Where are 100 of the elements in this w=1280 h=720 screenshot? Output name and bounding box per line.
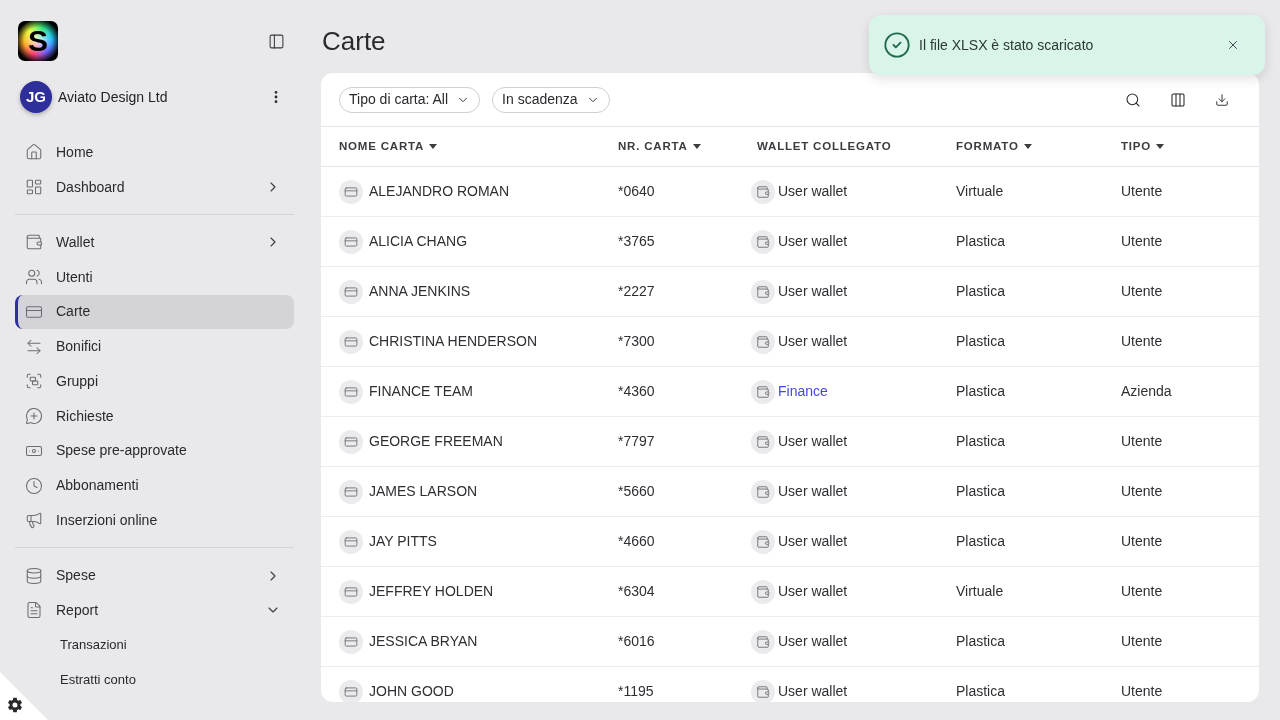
table-cell-text: User wallet — [778, 232, 848, 251]
column-header[interactable]: NR. CARTA — [618, 137, 701, 156]
chat-plus-icon — [25, 407, 43, 426]
table-cell-text: User wallet — [778, 682, 848, 701]
table-cell-text: Plastica — [956, 232, 1006, 251]
table-cell-text: Plastica — [956, 532, 1006, 551]
dashboard-icon — [25, 178, 43, 197]
account-avatar: JG — [20, 81, 52, 113]
nav-item[interactable]: Spese pre-approvate — [15, 433, 294, 469]
nav-item[interactable]: Home — [15, 135, 294, 170]
nav-item[interactable]: Richieste — [15, 398, 294, 434]
table-cell-text: *4660 — [618, 532, 655, 551]
nav-item[interactable]: Wallet — [15, 225, 294, 260]
nav-item[interactable]: Dashboard — [15, 169, 294, 205]
check-circle-icon — [883, 31, 911, 59]
document-icon — [25, 601, 43, 620]
nav-item[interactable]: Spese — [15, 558, 294, 593]
card-icon — [339, 329, 363, 354]
arrows-icon — [25, 337, 43, 356]
card-icon — [339, 229, 363, 254]
wallet-icon — [751, 179, 775, 204]
card-icon — [339, 279, 363, 304]
nav-item[interactable]: Carte — [15, 294, 294, 330]
close-icon — [1226, 38, 1240, 52]
table-cell-text: Utente — [1121, 682, 1163, 701]
table-cell-text: JAMES LARSON — [369, 482, 478, 501]
table-cell-text: Plastica — [956, 482, 1006, 501]
table-cell-text: User wallet — [778, 332, 848, 351]
table-cell-text: Utente — [1121, 182, 1163, 201]
column-header[interactable]: FORMATO — [956, 137, 1032, 156]
columns-icon — [1169, 91, 1186, 108]
card-icon — [339, 379, 363, 404]
table-cell-text: *4360 — [618, 382, 655, 401]
table-cell-text: Plastica — [956, 632, 1006, 651]
wallet-icon — [751, 479, 775, 504]
column-header[interactable]: NOME CARTA — [339, 137, 438, 156]
nav-subitem[interactable]: Transazioni — [56, 627, 131, 663]
database-icon — [25, 566, 43, 585]
table-cell-text: Utente — [1121, 282, 1163, 301]
table-cell-text: Utente — [1121, 482, 1163, 501]
table-cell-text: JESSICA BRYAN — [369, 632, 478, 651]
table-cell-text: *7300 — [618, 332, 655, 351]
nav-subitem[interactable]: Estratti conto — [56, 662, 140, 697]
table-cell-text: User wallet — [778, 632, 848, 651]
table-cell-text: Plastica — [956, 282, 1006, 301]
table-cell-text: Virtuale — [956, 182, 1004, 201]
nav-item[interactable]: Gruppi — [15, 364, 294, 399]
clock-icon — [25, 476, 43, 495]
wallet-icon — [751, 579, 775, 604]
page-title: Carte — [322, 25, 386, 58]
table-cell-text: User wallet — [778, 532, 848, 551]
nav-item[interactable]: Utenti — [15, 259, 294, 295]
wallet-icon — [751, 529, 775, 554]
table-cell-text: *2227 — [618, 282, 655, 301]
table-cell-text: Plastica — [956, 332, 1006, 351]
column-header: WALLET COLLEGATO — [757, 138, 892, 154]
account-name: Aviato Design Ltd — [58, 87, 168, 107]
users-icon — [25, 268, 43, 287]
nav-item[interactable]: Inserzioni online — [15, 503, 294, 538]
download-icon — [1215, 92, 1229, 107]
card-icon — [339, 529, 363, 554]
wallet-icon — [751, 279, 775, 304]
table-cell-text: Utente — [1121, 432, 1163, 451]
nav-item[interactable]: Bonifici — [15, 329, 294, 364]
column-header[interactable]: TIPO — [1121, 137, 1165, 156]
table-cell-text: User wallet — [778, 482, 848, 501]
table-cell-text: *5660 — [618, 482, 655, 501]
table-cell-text: ANNA JENKINS — [369, 282, 471, 301]
table-cell-text: Virtuale — [956, 582, 1004, 601]
wallet-icon — [751, 329, 775, 354]
frame-icon — [25, 372, 43, 391]
table-cell-text: User wallet — [778, 282, 848, 301]
table-cell-text: Plastica — [956, 682, 1006, 701]
wallet-link[interactable]: Finance — [778, 381, 828, 402]
table-cell-text: User wallet — [778, 582, 848, 601]
card-icon — [339, 679, 363, 702]
table-cell-text: Plastica — [956, 382, 1006, 401]
table-cell-text: Utente — [1121, 582, 1163, 601]
wallet-icon — [751, 429, 775, 454]
card-icon — [339, 479, 363, 504]
table-cell-text: JEFFREY HOLDEN — [369, 582, 494, 601]
table-cell-text: User wallet — [778, 182, 848, 201]
table-cell-text: Plastica — [956, 432, 1006, 451]
toast-message: Il file XLSX è stato scaricato — [919, 35, 1094, 55]
wallet-icon — [751, 379, 775, 404]
table-cell-text: Utente — [1121, 632, 1163, 651]
table-cell-text: ALICIA CHANG — [369, 232, 468, 251]
nav-item[interactable]: Report — [15, 593, 294, 628]
table-cell-text: Azienda — [1121, 382, 1172, 401]
settings-icon — [7, 697, 23, 713]
nav-item[interactable]: Abbonamenti — [15, 468, 294, 503]
table-cell-text: ALEJANDRO ROMAN — [369, 182, 510, 201]
card-icon — [339, 429, 363, 454]
table-cell-text: User wallet — [778, 432, 848, 451]
table-cell-text: *1195 — [618, 682, 654, 701]
card-icon — [339, 579, 363, 604]
wallet-icon — [751, 629, 775, 654]
table-cell-text: *0640 — [618, 182, 655, 201]
brand-logo: S — [18, 21, 58, 61]
panel-icon — [267, 32, 285, 50]
